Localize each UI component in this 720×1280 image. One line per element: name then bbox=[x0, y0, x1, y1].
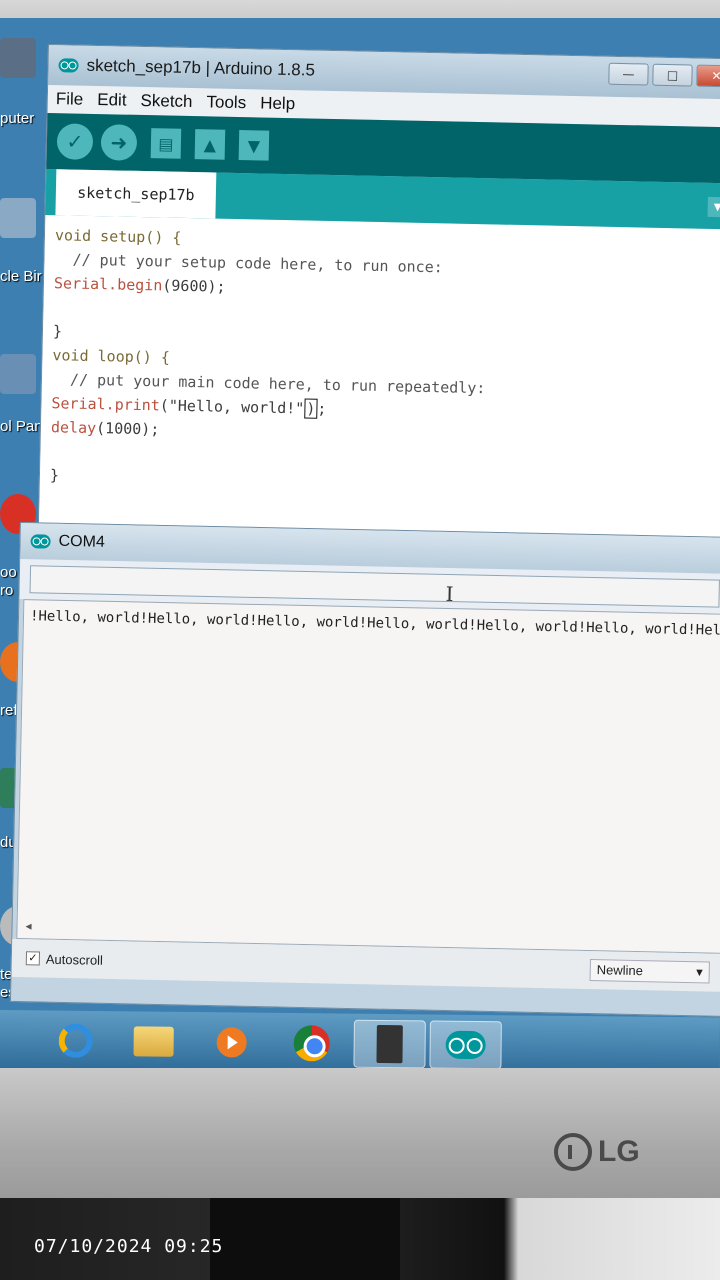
code-editor[interactable]: void setup() { // put your setup code he… bbox=[38, 214, 720, 550]
line-ending-value: Newline bbox=[596, 962, 644, 979]
arduino-icon bbox=[58, 58, 79, 73]
chrome-icon bbox=[293, 1025, 330, 1062]
taskbar bbox=[0, 1010, 720, 1076]
line-ending-select[interactable]: Newline ▾ bbox=[589, 959, 710, 984]
desktop-icon-label: cle Bir bbox=[0, 268, 42, 285]
code-text: (9600); bbox=[162, 276, 226, 296]
arduino-icon bbox=[30, 534, 51, 549]
explorer-icon bbox=[133, 1026, 174, 1057]
serial-output-text: !Hello, world!Hello, world!Hello, world!… bbox=[29, 608, 720, 640]
chevron-down-icon: ▾ bbox=[696, 964, 703, 980]
computer-icon[interactable] bbox=[0, 38, 36, 78]
monitor-brand-text: LG bbox=[598, 1135, 640, 1168]
desktop-icon-label: ref bbox=[0, 702, 18, 719]
ibeam-cursor-icon: I bbox=[445, 581, 454, 607]
taskbar-device[interactable] bbox=[353, 1019, 426, 1069]
taskbar-explorer[interactable] bbox=[117, 1017, 189, 1066]
autoscroll-label: Autoscroll bbox=[45, 951, 104, 968]
recycle-bin-icon[interactable] bbox=[0, 198, 36, 238]
ie-icon bbox=[58, 1023, 93, 1058]
code-function: Serial.begin bbox=[53, 274, 163, 295]
new-icon[interactable]: ▤ bbox=[150, 128, 182, 159]
maximize-button[interactable]: □ bbox=[652, 63, 693, 87]
autoscroll-checkbox[interactable]: ✓ bbox=[25, 951, 41, 966]
taskbar-chrome[interactable] bbox=[275, 1019, 347, 1068]
menu-tools[interactable]: Tools bbox=[206, 92, 246, 113]
scroll-left-icon[interactable]: ◀ bbox=[25, 921, 31, 932]
close-button[interactable]: ✕ bbox=[696, 64, 720, 88]
media-player-icon bbox=[216, 1027, 247, 1058]
minimize-button[interactable]: — bbox=[608, 62, 649, 86]
desktop-icon-label: puter bbox=[0, 110, 35, 127]
menu-edit[interactable]: Edit bbox=[97, 90, 127, 111]
code-text: ; bbox=[317, 399, 327, 418]
arduino-icon bbox=[445, 1030, 486, 1060]
code-function: delay bbox=[50, 418, 97, 438]
lg-logo-icon bbox=[554, 1133, 592, 1171]
taskbar-ie[interactable] bbox=[39, 1016, 111, 1065]
arduino-ide-window: sketch_sep17b | Arduino 1.8.5 — □ ✕ File… bbox=[37, 44, 720, 579]
menu-sketch[interactable]: Sketch bbox=[140, 91, 192, 112]
menu-file[interactable]: File bbox=[56, 89, 84, 110]
taskbar-media[interactable] bbox=[195, 1018, 267, 1067]
menu-help[interactable]: Help bbox=[260, 93, 295, 114]
open-icon[interactable]: ▲ bbox=[194, 129, 226, 160]
tab-sketch[interactable]: sketch_sep17b bbox=[55, 169, 217, 219]
desktop-icon-label: oo bbox=[0, 564, 17, 581]
photo-timestamp: 07/10/2024 09:25 bbox=[34, 1236, 224, 1257]
code-text: ("Hello, world!" bbox=[159, 396, 305, 418]
control-panel-icon[interactable] bbox=[0, 354, 36, 394]
desktop-icon-label: ol Pan bbox=[0, 418, 43, 435]
taskbar-arduino[interactable] bbox=[429, 1020, 502, 1070]
code-function: Serial.print bbox=[51, 394, 161, 415]
serial-output[interactable]: !Hello, world!Hello, world!Hello, world!… bbox=[16, 599, 720, 954]
window-controls: — □ ✕ bbox=[608, 62, 720, 88]
upload-icon[interactable]: ➜ bbox=[100, 124, 138, 161]
device-icon bbox=[376, 1024, 403, 1064]
desktop-icon-label: ro bbox=[0, 582, 14, 599]
ide-window-title: sketch_sep17b | Arduino 1.8.5 bbox=[86, 55, 316, 80]
monitor-stand bbox=[210, 1198, 400, 1280]
monitor-brand-logo: LG bbox=[554, 1133, 640, 1171]
save-icon[interactable]: ▼ bbox=[238, 130, 270, 161]
serial-monitor-window: COM4 I !Hello, world!Hello, world!Hello,… bbox=[9, 522, 720, 1017]
serial-window-title: COM4 bbox=[58, 532, 106, 551]
verify-icon[interactable]: ✓ bbox=[56, 123, 94, 160]
code-text: (1000); bbox=[95, 419, 160, 439]
tab-menu-icon[interactable]: ▼ bbox=[707, 196, 720, 218]
text-cursor: ) bbox=[304, 398, 318, 419]
